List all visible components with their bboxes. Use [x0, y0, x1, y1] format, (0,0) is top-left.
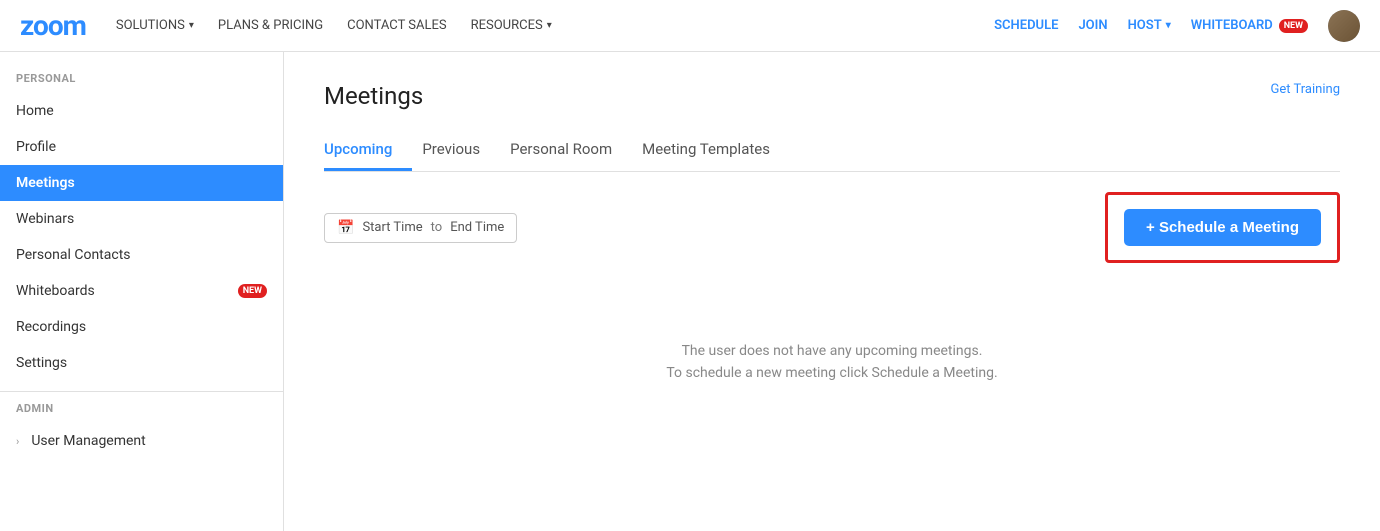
empty-state-line1: The user does not have any upcoming meet…: [324, 343, 1340, 359]
new-badge: NEW: [1279, 19, 1308, 33]
nav-right-items: SCHEDULE JOIN HOST ▾ WHITEBOARD NEW: [994, 10, 1360, 42]
start-time-placeholder: Start Time: [362, 220, 422, 235]
tabs: Upcoming Previous Personal Room Meeting …: [324, 130, 1340, 172]
sidebar-item-webinars[interactable]: Webinars: [0, 201, 283, 237]
sidebar-item-user-management[interactable]: › User Management: [0, 423, 283, 459]
tab-meeting-templates[interactable]: Meeting Templates: [642, 130, 790, 171]
page-title: Meetings: [324, 82, 423, 110]
nav-schedule[interactable]: SCHEDULE: [994, 18, 1058, 33]
sidebar-item-settings[interactable]: Settings: [0, 345, 283, 381]
date-separator: to: [431, 220, 443, 235]
logo-text: zoom: [20, 9, 86, 42]
avatar-image: [1328, 10, 1360, 42]
sidebar-divider: [0, 391, 283, 392]
nav-left-items: SOLUTIONS ▾ PLANS & PRICING CONTACT SALE…: [116, 18, 994, 33]
nav-whiteboard[interactable]: WHITEBOARD NEW: [1191, 18, 1308, 33]
nav-solutions[interactable]: SOLUTIONS ▾: [116, 18, 194, 33]
sidebar-item-label: Home: [16, 103, 54, 119]
empty-state-line2: To schedule a new meeting click Schedule…: [324, 365, 1340, 381]
sidebar-item-label: Whiteboards: [16, 283, 95, 299]
sidebar-item-label: Recordings: [16, 319, 86, 335]
logo[interactable]: zoom: [20, 9, 86, 42]
sidebar-item-profile[interactable]: Profile: [0, 129, 283, 165]
chevron-down-icon: ▾: [547, 20, 552, 31]
sidebar-item-label: Profile: [16, 139, 56, 155]
nav-resources[interactable]: RESOURCES ▾: [471, 18, 552, 33]
admin-section-label: ADMIN: [0, 402, 283, 423]
sidebar-item-meetings[interactable]: Meetings: [0, 165, 283, 201]
chevron-down-icon: ▾: [1166, 20, 1171, 31]
sidebar-item-label: Webinars: [16, 211, 74, 227]
layout: PERSONAL Home Profile Meetings Webinars …: [0, 52, 1380, 531]
nav-contact-sales[interactable]: CONTACT SALES: [347, 18, 446, 33]
top-nav: zoom SOLUTIONS ▾ PLANS & PRICING CONTACT…: [0, 0, 1380, 52]
sidebar: PERSONAL Home Profile Meetings Webinars …: [0, 52, 284, 531]
get-training-link[interactable]: Get Training: [1271, 82, 1340, 97]
sidebar-item-label: Personal Contacts: [16, 247, 131, 263]
tab-personal-room[interactable]: Personal Room: [510, 130, 632, 171]
page-header: Meetings Get Training: [324, 82, 1340, 110]
chevron-right-icon: ›: [16, 435, 19, 448]
nav-join[interactable]: JOIN: [1078, 18, 1107, 33]
tab-previous[interactable]: Previous: [422, 130, 500, 171]
sidebar-item-whiteboards[interactable]: Whiteboards NEW: [0, 273, 283, 309]
sidebar-item-label: Meetings: [16, 175, 75, 191]
end-time-placeholder: End Time: [450, 220, 504, 235]
date-filter[interactable]: 📅 Start Time to End Time: [324, 213, 517, 243]
empty-state: The user does not have any upcoming meet…: [324, 343, 1340, 381]
sidebar-item-label: Settings: [16, 355, 67, 371]
schedule-button-area: + Schedule a Meeting: [1105, 192, 1340, 263]
tab-upcoming[interactable]: Upcoming: [324, 130, 412, 171]
whiteboards-new-badge: NEW: [238, 284, 267, 298]
admin-section: ADMIN › User Management: [0, 402, 283, 459]
filter-row: 📅 Start Time to End Time + Schedule a Me…: [324, 192, 1340, 263]
personal-section-label: PERSONAL: [0, 72, 283, 93]
sidebar-item-label: User Management: [31, 433, 145, 449]
main-content: Meetings Get Training Upcoming Previous …: [284, 52, 1380, 531]
sidebar-item-recordings[interactable]: Recordings: [0, 309, 283, 345]
sidebar-item-personal-contacts[interactable]: Personal Contacts: [0, 237, 283, 273]
chevron-down-icon: ▾: [189, 20, 194, 31]
calendar-icon: 📅: [337, 220, 354, 236]
sidebar-item-home[interactable]: Home: [0, 93, 283, 129]
schedule-meeting-button[interactable]: + Schedule a Meeting: [1124, 209, 1321, 246]
nav-host[interactable]: HOST ▾: [1128, 18, 1171, 33]
avatar[interactable]: [1328, 10, 1360, 42]
nav-plans-pricing[interactable]: PLANS & PRICING: [218, 18, 323, 33]
